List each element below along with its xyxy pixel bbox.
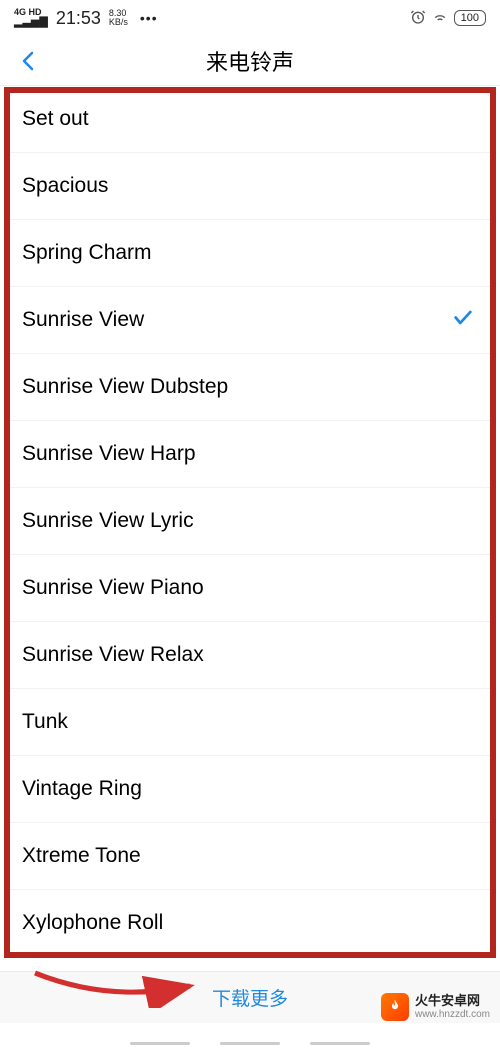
- battery-icon: 100: [454, 10, 486, 26]
- ringtone-label: Vintage Ring: [22, 777, 142, 801]
- watermark-title: 火牛安卓网: [415, 994, 490, 1008]
- status-bar: 4G HD ▂▃▅▇ 21:53 8.30 KB/s ••• 100: [0, 0, 500, 36]
- ringtone-item[interactable]: Sunrise View Harp: [4, 421, 496, 488]
- ringtone-item[interactable]: Sunrise View Piano: [4, 555, 496, 622]
- ringtone-label: Set out: [22, 107, 89, 131]
- ringtone-label: Xylophone Roll: [22, 911, 163, 935]
- ringtone-list: Set out Spacious Spring Charm Sunrise View S…: [0, 86, 500, 957]
- download-more-button[interactable]: 下载更多: [212, 984, 288, 1011]
- watermark-url: www.hnzzdt.com: [415, 1009, 490, 1020]
- ringtone-item[interactable]: Tunk: [4, 689, 496, 756]
- ringtone-label: Tunk: [22, 710, 68, 734]
- watermark-logo-icon: [381, 993, 409, 1021]
- ringtone-label: Xtreme Tone: [22, 844, 141, 868]
- checkmark-icon: [452, 307, 474, 334]
- more-icon: •••: [140, 10, 158, 26]
- ringtone-item[interactable]: Set out: [4, 86, 496, 153]
- ringtone-item[interactable]: Xylophone Roll: [4, 890, 496, 957]
- ringtone-label: Sunrise View Harp: [22, 442, 196, 466]
- page-title: 来电铃声: [0, 45, 500, 77]
- ringtone-label: Sunrise View: [22, 308, 144, 332]
- ringtone-item[interactable]: Vintage Ring: [4, 756, 496, 823]
- gesture-nav-indicator: [0, 1042, 500, 1045]
- back-button[interactable]: [16, 49, 40, 73]
- net-speed: 8.30 KB/s: [109, 9, 128, 27]
- wifi-icon: [432, 9, 448, 28]
- ringtone-label: Sunrise View Dubstep: [22, 375, 228, 399]
- ringtone-item[interactable]: Sunrise View Dubstep: [4, 354, 496, 421]
- alarm-icon: [410, 9, 426, 28]
- ringtone-label: Spring Charm: [22, 241, 152, 265]
- annotation-arrow: [30, 958, 200, 1013]
- ringtone-item[interactable]: Spacious: [4, 153, 496, 220]
- ringtone-label: Sunrise View Lyric: [22, 509, 194, 533]
- signal-icon: 4G HD ▂▃▅▇: [14, 8, 48, 28]
- status-right: 100: [410, 9, 486, 28]
- ringtone-item[interactable]: Sunrise View Relax: [4, 622, 496, 689]
- nav-header: 来电铃声: [0, 36, 500, 86]
- ringtone-label: Sunrise View Relax: [22, 643, 204, 667]
- ringtone-item[interactable]: Sunrise View Lyric: [4, 488, 496, 555]
- status-left: 4G HD ▂▃▅▇ 21:53 8.30 KB/s •••: [14, 8, 158, 29]
- ringtone-item[interactable]: Sunrise View: [4, 287, 496, 354]
- ringtone-item[interactable]: Spring Charm: [4, 220, 496, 287]
- ringtone-label: Sunrise View Piano: [22, 576, 204, 600]
- ringtone-item[interactable]: Xtreme Tone: [4, 823, 496, 890]
- clock: 21:53: [56, 8, 101, 29]
- watermark: 火牛安卓网 www.hnzzdt.com: [381, 993, 490, 1021]
- ringtone-label: Spacious: [22, 174, 108, 198]
